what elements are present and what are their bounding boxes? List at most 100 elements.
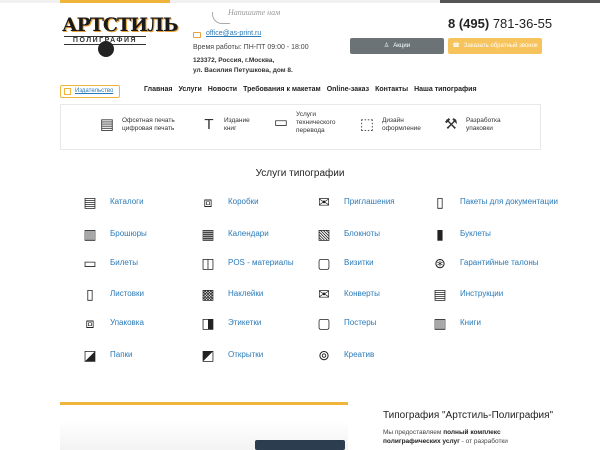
service-label: Каталоги	[110, 197, 144, 206]
design-icon: ⬚	[359, 116, 375, 133]
feature-package[interactable]: ⚒ Разработка упаковки	[441, 115, 501, 135]
working-hours: Время работы: ПН-ПТ 09:00 - 18:00	[193, 44, 309, 51]
service-label: Листовки	[110, 289, 144, 298]
packaging-icon: ⧈	[85, 315, 95, 331]
text-icon: T	[204, 116, 214, 133]
nav-item-services[interactable]: Услуги	[178, 86, 201, 93]
service-label: Постеры	[344, 318, 377, 327]
balloon-icon: ⊚	[318, 347, 330, 363]
publisher-label: Издательство	[75, 88, 114, 94]
phone-icon: ☎	[452, 43, 460, 49]
folder-icon: ◪	[83, 347, 97, 363]
tag-icon: ♙	[383, 43, 390, 49]
book-image	[255, 440, 345, 450]
nav-item-home[interactable]: Главная	[144, 86, 172, 93]
logo-title: АРТСТИЛЬ	[62, 14, 179, 36]
phone-number[interactable]: 8 (495) 781-36-55	[448, 16, 552, 31]
nav-item-online-order[interactable]: Online-заказ	[327, 86, 369, 93]
email-link[interactable]: office@as-print.ru	[206, 30, 261, 37]
feature-label: упаковки	[466, 125, 493, 132]
feature-label: оформление	[382, 125, 421, 132]
logo-ball-icon	[98, 41, 114, 57]
service-label: Конверты	[344, 289, 380, 298]
ticket-icon: ▭	[83, 255, 97, 271]
package-icon: ⚒	[444, 116, 458, 133]
translation-icon: ▭	[273, 114, 289, 131]
feature-label: книг	[224, 125, 237, 132]
callback-button[interactable]: ☎ Заказать обратный звонок	[448, 38, 542, 54]
catalog-icon: ▤	[83, 194, 97, 210]
service-label: Открытки	[228, 350, 264, 359]
invitation-icon: ✉	[318, 194, 330, 210]
promo-button[interactable]: ♙ Акции	[350, 38, 444, 54]
about-text-rest: - от разработки	[459, 438, 508, 445]
about-text: Мы предоставляем полный комплекс полигра…	[383, 428, 553, 446]
service-label: Инструкции	[460, 289, 504, 298]
service-label: Книги	[460, 318, 481, 327]
about-text-intro: Мы предоставляем	[383, 429, 444, 436]
book-icon	[64, 88, 71, 95]
service-label: Гарантийные талоны	[460, 258, 539, 267]
service-label: Этикетки	[228, 318, 262, 327]
document-bag-icon: ▯	[436, 194, 444, 210]
write-us-label: Напишите нам	[228, 8, 281, 17]
about-heading: Типография "Артстиль-Полиграфия"	[383, 410, 554, 421]
promo-button-label: Акции	[393, 43, 411, 49]
sticker-icon: ▩	[201, 286, 215, 302]
feature-label: Разработка	[466, 117, 501, 124]
feature-books[interactable]: T Издание книг	[199, 115, 249, 135]
postcard-icon: ◩	[201, 347, 215, 363]
address-line-2: ул. Василия Петушкова, дом 8.	[193, 67, 293, 74]
service-label: Буклеты	[460, 229, 491, 238]
top-accent-bar	[0, 0, 600, 3]
service-label: Билеты	[110, 258, 138, 267]
nav-item-requirements[interactable]: Требования к макетам	[243, 86, 321, 93]
feature-label: Дизайн	[382, 117, 404, 124]
address: 123372, Россия, г.Москва, ул. Василия Пе…	[193, 56, 313, 76]
service-label: Креатив	[344, 350, 375, 359]
callback-button-label: Заказать обратный звонок	[463, 43, 538, 49]
brochure-icon: ▥	[83, 226, 97, 242]
book-icon: ▥	[433, 315, 447, 331]
envelope-icon: ✉	[318, 286, 330, 302]
warranty-icon: ⊛	[434, 255, 446, 271]
feature-label: Офсетная печать	[122, 117, 175, 124]
box-icon: ⧈	[203, 194, 213, 210]
service-label: Коробки	[228, 197, 259, 206]
feature-label: перевода	[296, 127, 325, 134]
service-label: Календари	[228, 229, 269, 238]
phone-code: 8 (495)	[448, 16, 490, 31]
publisher-link[interactable]: Издательство	[60, 85, 120, 98]
printer-icon: ▤	[99, 116, 115, 133]
instruction-icon: ▤	[433, 286, 447, 302]
service-label: Папки	[110, 350, 133, 359]
services-title: Услуги типографии	[255, 168, 345, 179]
service-label: Приглашения	[344, 197, 395, 206]
logo[interactable]: АРТСТИЛЬ ПОЛИГРАФИЯ	[60, 14, 179, 57]
service-label: Пакеты для документации	[460, 197, 559, 206]
service-label: Упаковка	[110, 318, 144, 327]
poster-icon: ▢	[317, 315, 331, 331]
feature-offset[interactable]: ▤ Офсетная печать цифровая печать	[97, 115, 175, 135]
features-panel: ▤ Офсетная печать цифровая печать T Издание…	[60, 104, 541, 150]
feature-label: Услуги	[296, 111, 316, 118]
service-label: POS - материалы	[228, 258, 294, 267]
nav-item-our-printing[interactable]: Наша типография	[414, 86, 476, 93]
feature-design[interactable]: ⬚ Дизайн оформление	[357, 115, 421, 135]
nav-item-news[interactable]: Новости	[208, 86, 237, 93]
phone-digits: 781-36-55	[492, 16, 553, 31]
nav-item-contacts[interactable]: Контакты	[375, 86, 408, 93]
business-card-icon: ▢	[317, 255, 331, 271]
leaflet-icon: ▯	[86, 286, 94, 302]
calendar-icon: ▦	[201, 226, 215, 242]
feature-label: цифровая печать	[122, 125, 175, 132]
address-line-1: 123372, Россия, г.Москва,	[193, 57, 275, 64]
service-label: Брошюры	[110, 229, 147, 238]
feature-label: технического	[296, 119, 336, 126]
feature-translation[interactable]: ▭ Услуги технического перевода	[271, 111, 336, 135]
service-label: Визитки	[344, 258, 374, 267]
section-accent-line	[60, 402, 348, 405]
pos-icon: ◫	[201, 255, 215, 271]
main-nav: Главная Услуги Новости Требования к маке…	[144, 86, 477, 93]
service-label: Блокноты	[344, 229, 380, 238]
